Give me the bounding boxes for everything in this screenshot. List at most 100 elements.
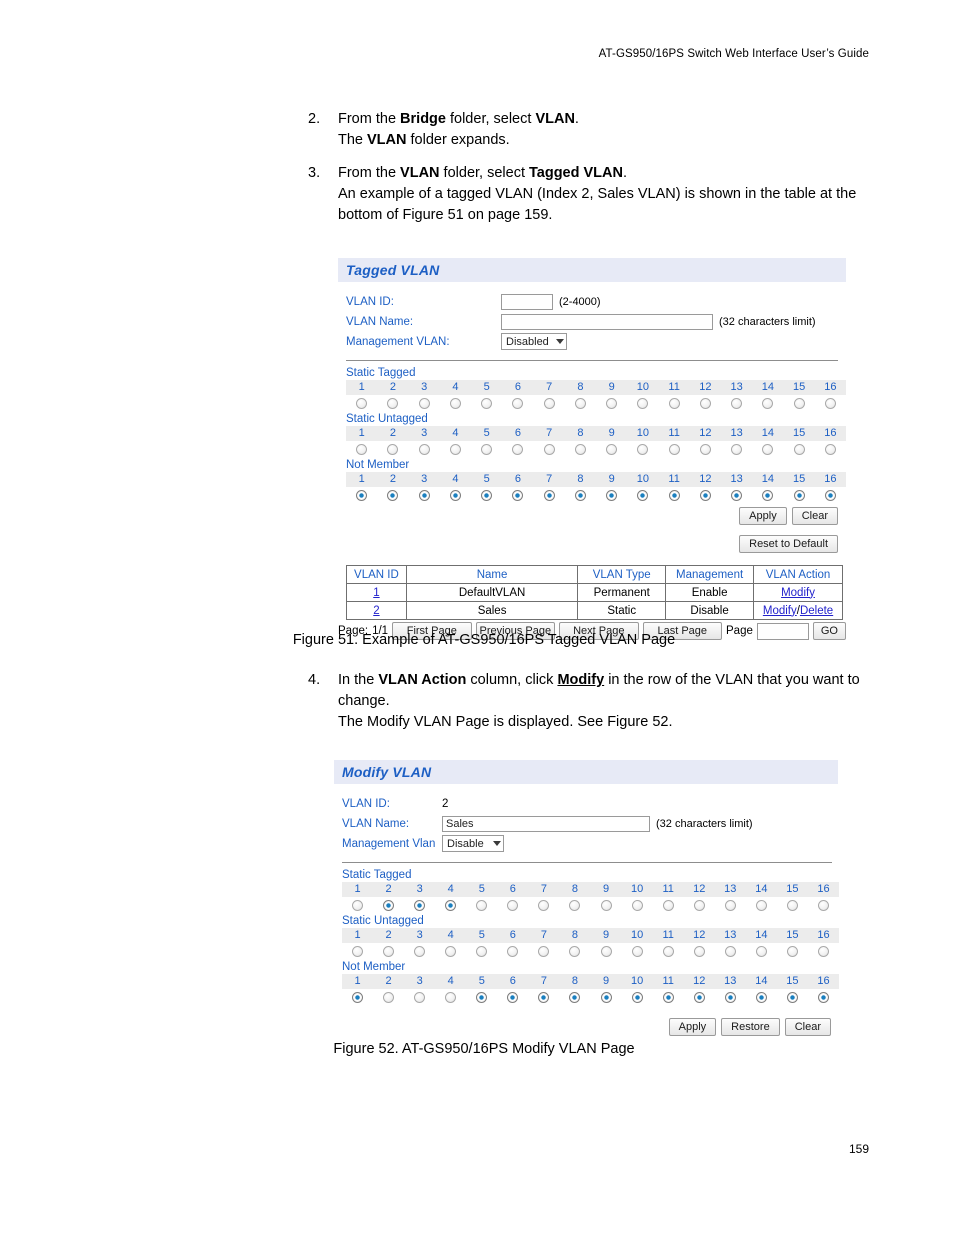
port-radio-cell[interactable] xyxy=(404,900,435,911)
port-radios-not-member[interactable] xyxy=(346,487,846,504)
port-radio-15[interactable] xyxy=(793,490,805,501)
vlan-action-delete[interactable]: Delete xyxy=(800,605,833,617)
port-radio-cell[interactable] xyxy=(342,992,373,1003)
port-radio-cell[interactable] xyxy=(404,992,435,1003)
clear-button[interactable]: Clear xyxy=(791,507,838,525)
port-radio-16[interactable] xyxy=(817,900,829,911)
port-radio-5[interactable] xyxy=(481,444,493,455)
port-radio-cell[interactable] xyxy=(497,946,528,957)
port-radio-cell[interactable] xyxy=(746,946,777,957)
port-radio-3[interactable] xyxy=(418,444,430,455)
port-radio-cell[interactable] xyxy=(808,900,839,911)
port-radio-7[interactable] xyxy=(543,490,555,501)
port-radio-13[interactable] xyxy=(724,946,736,957)
port-radio-2[interactable] xyxy=(383,992,395,1003)
port-radio-1[interactable] xyxy=(352,992,364,1003)
port-radio-cell[interactable] xyxy=(715,900,746,911)
vlan-id-input[interactable] xyxy=(501,293,553,310)
port-radio-cell[interactable] xyxy=(777,946,808,957)
port-radio-9[interactable] xyxy=(600,900,612,911)
port-radio-cell[interactable] xyxy=(497,900,528,911)
port-radio-cell[interactable] xyxy=(346,444,377,455)
port-radio-cell[interactable] xyxy=(777,992,808,1003)
modify-clear-button[interactable]: Clear xyxy=(784,1018,831,1036)
port-radio-2[interactable] xyxy=(387,398,399,409)
port-radio-cell[interactable] xyxy=(404,946,435,957)
port-radio-12[interactable] xyxy=(699,444,711,455)
port-radio-cell[interactable] xyxy=(752,490,783,501)
port-radio-cell[interactable] xyxy=(715,946,746,957)
port-radio-cell[interactable] xyxy=(342,946,373,957)
modify-vlan-name-input[interactable] xyxy=(442,815,650,832)
port-radio-9[interactable] xyxy=(600,946,612,957)
port-radio-cell[interactable] xyxy=(653,946,684,957)
port-radio-cell[interactable] xyxy=(784,490,815,501)
port-radio-cell[interactable] xyxy=(373,992,404,1003)
port-radio-cell[interactable] xyxy=(622,992,653,1003)
port-radio-14[interactable] xyxy=(755,946,767,957)
modify-port-radios-static-tagged[interactable] xyxy=(342,897,839,914)
port-radio-cell[interactable] xyxy=(502,444,533,455)
port-radio-cell[interactable] xyxy=(784,444,815,455)
modify-management-vlan-select[interactable]: Disable xyxy=(442,835,504,852)
port-radio-15[interactable] xyxy=(786,946,798,957)
management-vlan-select[interactable]: Disabled xyxy=(501,333,567,350)
port-radio-15[interactable] xyxy=(793,444,805,455)
port-radio-5[interactable] xyxy=(476,900,488,911)
port-radio-cell[interactable] xyxy=(684,992,715,1003)
port-radio-cell[interactable] xyxy=(528,992,559,1003)
port-radio-cell[interactable] xyxy=(534,444,565,455)
port-radio-cell[interactable] xyxy=(721,398,752,409)
port-radio-cell[interactable] xyxy=(377,398,408,409)
port-radio-cell[interactable] xyxy=(565,398,596,409)
port-radio-cell[interactable] xyxy=(435,900,466,911)
port-radio-8[interactable] xyxy=(574,398,586,409)
port-radio-cell[interactable] xyxy=(627,444,658,455)
vlan-id-link[interactable]: 1 xyxy=(373,587,379,599)
port-radio-cell[interactable] xyxy=(534,398,565,409)
port-radio-cell[interactable] xyxy=(497,992,528,1003)
port-radio-8[interactable] xyxy=(574,444,586,455)
port-radio-10[interactable] xyxy=(637,490,649,501)
modify-port-radios-static-untagged[interactable] xyxy=(342,943,839,960)
port-radio-cell[interactable] xyxy=(627,398,658,409)
port-radio-14[interactable] xyxy=(755,992,767,1003)
port-radio-3[interactable] xyxy=(418,490,430,501)
port-radio-cell[interactable] xyxy=(409,490,440,501)
port-radio-16[interactable] xyxy=(817,992,829,1003)
port-radio-6[interactable] xyxy=(512,444,524,455)
port-radio-cell[interactable] xyxy=(690,398,721,409)
port-radio-cell[interactable] xyxy=(627,490,658,501)
port-radio-5[interactable] xyxy=(476,946,488,957)
port-radio-1[interactable] xyxy=(356,398,368,409)
port-radio-cell[interactable] xyxy=(808,946,839,957)
port-radio-8[interactable] xyxy=(569,992,581,1003)
port-radio-cell[interactable] xyxy=(502,398,533,409)
port-radio-8[interactable] xyxy=(569,900,581,911)
port-radio-7[interactable] xyxy=(538,900,550,911)
port-radio-cell[interactable] xyxy=(659,490,690,501)
port-radio-14[interactable] xyxy=(755,900,767,911)
port-radio-cell[interactable] xyxy=(815,444,846,455)
port-radio-3[interactable] xyxy=(418,398,430,409)
port-radio-cell[interactable] xyxy=(596,444,627,455)
port-radio-15[interactable] xyxy=(786,900,798,911)
port-radio-16[interactable] xyxy=(824,490,836,501)
port-radio-cell[interactable] xyxy=(346,398,377,409)
apply-button[interactable]: Apply xyxy=(739,507,787,525)
port-radio-6[interactable] xyxy=(512,490,524,501)
port-radio-cell[interactable] xyxy=(690,490,721,501)
port-radio-cell[interactable] xyxy=(721,490,752,501)
port-radio-2[interactable] xyxy=(387,444,399,455)
port-radio-cell[interactable] xyxy=(471,444,502,455)
port-radio-cell[interactable] xyxy=(784,398,815,409)
port-radio-cell[interactable] xyxy=(653,900,684,911)
port-radio-11[interactable] xyxy=(668,444,680,455)
port-radio-cell[interactable] xyxy=(502,490,533,501)
port-radio-6[interactable] xyxy=(512,398,524,409)
port-radio-cell[interactable] xyxy=(659,398,690,409)
port-radio-4[interactable] xyxy=(449,490,461,501)
reset-to-default-button[interactable]: Reset to Default xyxy=(739,535,838,553)
modify-apply-button[interactable]: Apply xyxy=(668,1018,717,1036)
port-radio-13[interactable] xyxy=(724,900,736,911)
